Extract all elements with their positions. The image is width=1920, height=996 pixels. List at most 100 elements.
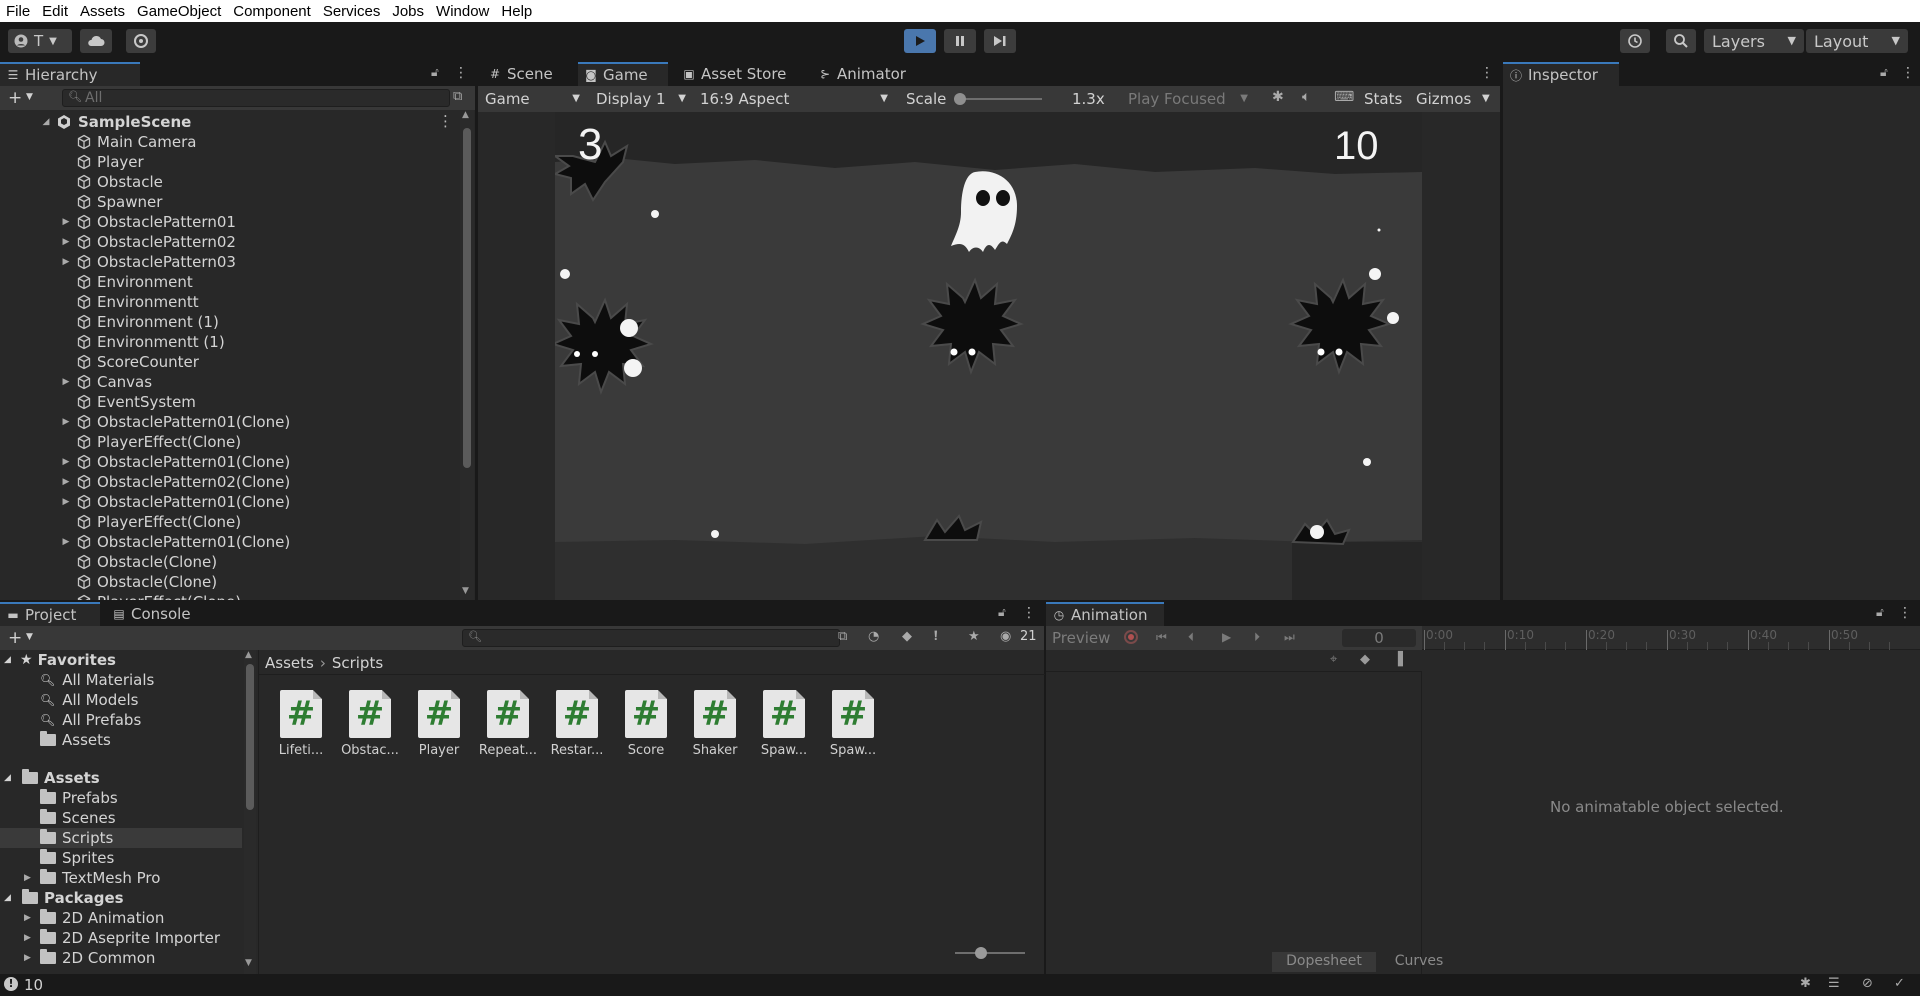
- curves-button[interactable]: Curves: [1378, 952, 1460, 972]
- script-asset[interactable]: # Score: [616, 690, 676, 758]
- pause-button[interactable]: [944, 29, 976, 53]
- hierarchy-item[interactable]: PlayerEffect(Clone): [60, 592, 241, 600]
- tab-animation[interactable]: ◷ Animation: [1046, 602, 1164, 626]
- check-icon[interactable]: ✓: [1894, 976, 1905, 991]
- account-button[interactable]: T ▼: [8, 29, 72, 53]
- scroll-down-icon[interactable]: ▼: [245, 958, 252, 968]
- filter-by-label-icon[interactable]: ◆: [902, 629, 912, 644]
- hierarchy-item[interactable]: ▶ ObstaclePattern02(Clone): [60, 472, 291, 492]
- hierarchy-item[interactable]: Main Camera: [60, 132, 196, 152]
- folder-item[interactable]: Prefabs: [40, 788, 118, 808]
- project-tree-scrollbar[interactable]: ▲ ▼: [244, 650, 256, 974]
- package-item[interactable]: ▶ 2D Animation: [24, 908, 164, 928]
- hierarchy-item[interactable]: EventSystem: [60, 392, 196, 412]
- hierarchy-item[interactable]: Environment (1): [60, 312, 219, 332]
- expand-arrow-icon[interactable]: ▶: [60, 237, 72, 247]
- hierarchy-item[interactable]: ▶ ObstaclePattern01(Clone): [60, 412, 291, 432]
- favorite-item[interactable]: 🔍︎ All Models: [40, 690, 138, 710]
- expand-arrow-icon[interactable]: ▶: [60, 257, 72, 267]
- tab-inspector[interactable]: ⓘ Inspector: [1503, 62, 1619, 86]
- bug-icon[interactable]: ✱: [1800, 976, 1811, 991]
- expand-arrow-icon[interactable]: ▶: [24, 933, 40, 943]
- lock-icon[interactable]: 🔓︎: [431, 65, 439, 80]
- scroll-down-icon[interactable]: ▼: [462, 586, 469, 596]
- first-keyframe-icon[interactable]: ⏮: [1156, 630, 1167, 645]
- tab-game[interactable]: ◙ Game: [578, 62, 668, 86]
- chevron-down-icon[interactable]: ▼: [1482, 93, 1490, 104]
- tab-console[interactable]: ▤ Console: [106, 602, 199, 626]
- lock-icon[interactable]: 🔓︎: [1876, 605, 1884, 620]
- next-keyframe-icon[interactable]: ⏵: [1254, 630, 1260, 645]
- expand-arrow-icon[interactable]: ▶: [24, 913, 40, 923]
- layout-dropdown[interactable]: Layout ▼: [1806, 29, 1908, 53]
- script-asset[interactable]: # Player: [409, 690, 469, 758]
- kebab-menu-icon[interactable]: ⋮: [1898, 605, 1912, 621]
- expand-arrow-icon[interactable]: ▶: [60, 497, 72, 507]
- icon-size-slider[interactable]: [955, 947, 1025, 959]
- hierarchy-item[interactable]: Environment: [60, 272, 193, 292]
- menu-jobs[interactable]: Jobs: [386, 3, 430, 20]
- expand-arrow-icon[interactable]: ◢: [4, 655, 16, 665]
- hierarchy-item[interactable]: ▶ ObstaclePattern01: [60, 212, 236, 232]
- database-icon[interactable]: ☰: [1828, 976, 1840, 991]
- kebab-menu-icon[interactable]: ⋮: [438, 112, 453, 130]
- script-asset[interactable]: # Spaw...: [754, 690, 814, 758]
- kebab-menu-icon[interactable]: ⋮: [1901, 65, 1915, 81]
- expand-arrow-icon[interactable]: ▶: [60, 477, 72, 487]
- cloud-button[interactable]: [80, 29, 112, 53]
- menu-gameobject[interactable]: GameObject: [131, 3, 227, 20]
- play-icon[interactable]: ▶: [1222, 630, 1231, 644]
- game-mode-dropdown[interactable]: Game ▼: [482, 88, 586, 110]
- project-search-input[interactable]: 🔍︎: [462, 629, 840, 647]
- tab-asset-store[interactable]: ▣ Asset Store: [676, 62, 794, 86]
- warning-icon[interactable]: ❗︎: [934, 629, 938, 644]
- menu-file[interactable]: File: [0, 3, 36, 20]
- assets-header[interactable]: ◢ Assets: [4, 768, 100, 788]
- frame-input[interactable]: 0: [1342, 629, 1416, 647]
- bug-icon[interactable]: ✱: [1272, 89, 1284, 105]
- filter-icon[interactable]: ⌖: [1330, 652, 1337, 667]
- scale-slider[interactable]: [954, 93, 1042, 105]
- tab-hierarchy[interactable]: ☰ Hierarchy: [0, 62, 140, 86]
- hierarchy-item[interactable]: ▶ ObstaclePattern01(Clone): [60, 492, 291, 512]
- breadcrumb-root[interactable]: Assets: [265, 654, 314, 672]
- lock-icon[interactable]: 🔓︎: [998, 605, 1006, 620]
- tab-animator[interactable]: ⊱ Animator: [812, 62, 914, 86]
- hierarchy-item[interactable]: Spawner: [60, 192, 162, 212]
- info-icon[interactable]: !: [4, 977, 18, 991]
- history-button[interactable]: [1620, 29, 1650, 53]
- stats-button[interactable]: Stats: [1364, 90, 1402, 108]
- console-count[interactable]: 10: [24, 976, 43, 994]
- scene-visibility-icon[interactable]: ⧉: [453, 89, 462, 104]
- package-item[interactable]: ▶ 2D Common: [24, 948, 155, 968]
- folder-item[interactable]: Scripts: [40, 828, 113, 848]
- menu-window[interactable]: Window: [430, 3, 495, 20]
- kebab-menu-icon[interactable]: ⋮: [1480, 65, 1494, 81]
- aspect-dropdown[interactable]: 16:9 Aspect ▼: [696, 88, 894, 110]
- script-asset[interactable]: # Repeat...: [478, 690, 538, 758]
- menu-edit[interactable]: Edit: [36, 3, 74, 20]
- tab-scene[interactable]: # Scene: [482, 62, 561, 86]
- script-asset[interactable]: # Lifeti...: [271, 690, 331, 758]
- filter-by-type-icon[interactable]: ◔: [868, 629, 879, 644]
- hierarchy-item[interactable]: ▶ Canvas: [60, 372, 153, 392]
- dopesheet-button[interactable]: Dopesheet: [1272, 952, 1376, 972]
- project-tree-scroll-thumb[interactable]: [246, 664, 254, 810]
- play-button[interactable]: [904, 29, 936, 53]
- expand-arrow-icon[interactable]: ◢: [40, 117, 52, 127]
- chevron-down-icon[interactable]: ▼: [26, 92, 33, 102]
- menu-component[interactable]: Component: [227, 3, 317, 20]
- package-item[interactable]: ▶ 2D Aseprite Importer: [24, 928, 220, 948]
- kebab-menu-icon[interactable]: ⋮: [1022, 605, 1036, 621]
- folder-item[interactable]: Sprites: [40, 848, 114, 868]
- tab-project[interactable]: ▬ Project: [0, 602, 100, 626]
- hierarchy-item[interactable]: Obstacle(Clone): [60, 572, 217, 592]
- hierarchy-item[interactable]: Obstacle: [60, 172, 163, 192]
- folder-item[interactable]: Scenes: [40, 808, 116, 828]
- add-event-icon[interactable]: ▌: [1398, 652, 1408, 667]
- add-icon[interactable]: +: [8, 628, 22, 648]
- expand-arrow-icon[interactable]: ◢: [4, 893, 16, 903]
- keyboard-icon[interactable]: ⌨︎: [1334, 89, 1354, 105]
- favorites-header[interactable]: ◢ ★ Favorites: [4, 650, 116, 670]
- display-dropdown[interactable]: Display 1 ▼: [592, 88, 692, 110]
